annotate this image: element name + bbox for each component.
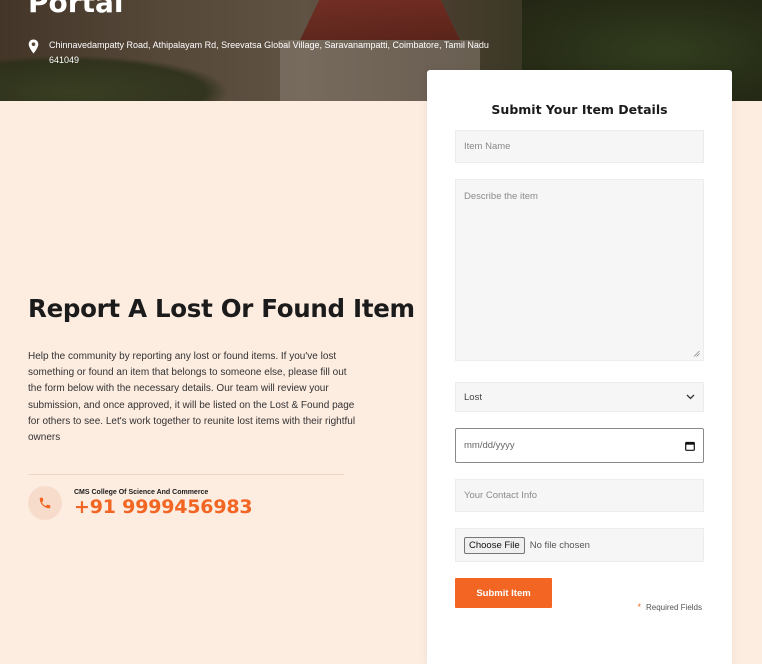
hero-title: Portal <box>28 0 124 19</box>
divider <box>28 474 344 475</box>
form-title: Submit Your Item Details <box>491 102 668 117</box>
resize-handle-icon[interactable] <box>693 350 700 357</box>
item-name-placeholder: Item Name <box>464 141 511 152</box>
required-fields-note: * Required Fields <box>637 602 702 612</box>
chevron-down-icon <box>686 394 695 400</box>
page-heading: Report A Lost Or Found Item <box>28 294 415 323</box>
submit-item-button[interactable]: Submit Item <box>455 578 552 608</box>
item-description-placeholder: Describe the item <box>464 191 538 202</box>
file-status-text: No file chosen <box>529 539 590 551</box>
item-name-input[interactable]: Item Name <box>455 130 704 163</box>
hero-address: Chinnavedampatty Road, Athipalayam Rd, S… <box>28 38 498 68</box>
page-description: Help the community by reporting any lost… <box>28 351 356 444</box>
contact-info-input[interactable]: Your Contact Info <box>455 479 704 512</box>
required-fields-label: Required Fields <box>645 602 702 612</box>
file-upload-input[interactable]: Choose File No file chosen <box>455 528 704 562</box>
required-star: * <box>637 602 641 612</box>
contact-block: CMS College Of Science And Commerce +91 … <box>28 486 253 520</box>
item-date-input[interactable]: mm/dd/yyyy <box>455 428 704 463</box>
submit-item-form-card: Submit Your Item Details Item Name Descr… <box>427 70 732 664</box>
hero-address-text: Chinnavedampatty Road, Athipalayam Rd, S… <box>49 40 489 65</box>
item-description-textarea[interactable]: Describe the item <box>455 179 704 361</box>
contact-text: CMS College Of Science And Commerce +91 … <box>74 488 253 518</box>
calendar-icon[interactable] <box>685 441 695 451</box>
phone-icon-circle <box>28 486 62 520</box>
item-type-select[interactable]: Lost <box>455 382 704 412</box>
contact-phone-number[interactable]: +91 9999456983 <box>74 497 253 518</box>
item-type-selected: Lost <box>464 391 482 403</box>
phone-icon <box>39 497 51 509</box>
choose-file-button[interactable]: Choose File <box>464 536 525 554</box>
location-pin-icon <box>28 39 39 54</box>
contact-info-placeholder: Your Contact Info <box>464 490 538 501</box>
item-date-placeholder: mm/dd/yyyy <box>464 440 515 451</box>
